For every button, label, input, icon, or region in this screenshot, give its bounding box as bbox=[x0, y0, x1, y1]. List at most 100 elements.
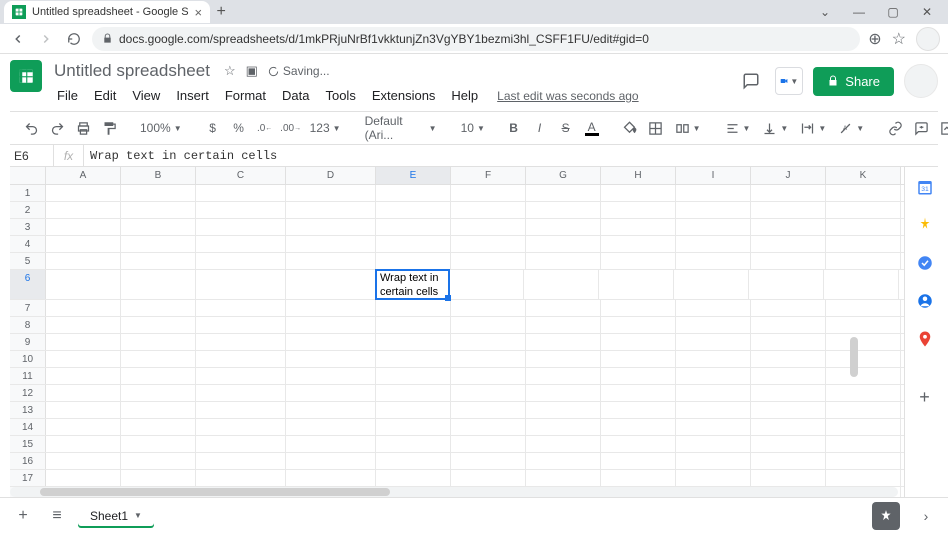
cell[interactable] bbox=[121, 334, 196, 350]
cell[interactable] bbox=[601, 219, 676, 235]
all-sheets-button[interactable]: ≡ bbox=[44, 503, 70, 529]
paint-format-button[interactable] bbox=[98, 116, 120, 140]
url-input[interactable]: docs.google.com/spreadsheets/d/1mkPRjuNr… bbox=[92, 27, 860, 51]
contacts-icon[interactable] bbox=[915, 291, 935, 311]
cell[interactable] bbox=[526, 202, 601, 218]
cell[interactable] bbox=[751, 402, 826, 418]
cell[interactable] bbox=[376, 334, 451, 350]
cell[interactable] bbox=[196, 334, 286, 350]
cell[interactable] bbox=[286, 351, 376, 367]
cell[interactable] bbox=[121, 351, 196, 367]
cell[interactable] bbox=[749, 270, 824, 299]
cell[interactable] bbox=[826, 219, 901, 235]
cell[interactable] bbox=[601, 334, 676, 350]
profile-avatar[interactable] bbox=[916, 27, 940, 51]
menu-insert[interactable]: Insert bbox=[169, 86, 216, 105]
number-format-select[interactable]: 123▼ bbox=[306, 121, 345, 135]
menu-format[interactable]: Format bbox=[218, 86, 273, 105]
cell[interactable] bbox=[676, 419, 751, 435]
cell[interactable] bbox=[376, 300, 451, 316]
print-button[interactable] bbox=[72, 116, 94, 140]
cell[interactable] bbox=[451, 419, 526, 435]
font-select[interactable]: Default (Ari...▼ bbox=[361, 114, 441, 142]
cell[interactable] bbox=[601, 202, 676, 218]
cell[interactable] bbox=[751, 385, 826, 401]
horizontal-scrollbar[interactable] bbox=[10, 487, 898, 497]
cell[interactable] bbox=[121, 219, 196, 235]
cell[interactable] bbox=[286, 270, 376, 299]
cell[interactable] bbox=[376, 236, 451, 252]
bold-button[interactable]: B bbox=[503, 116, 525, 140]
cell[interactable] bbox=[601, 453, 676, 469]
vertical-scrollbar[interactable] bbox=[850, 337, 858, 377]
cell[interactable] bbox=[46, 453, 121, 469]
cell[interactable] bbox=[526, 351, 601, 367]
cell[interactable] bbox=[599, 270, 674, 299]
cell[interactable]: Wrap text in certain cells bbox=[375, 269, 450, 300]
cell[interactable] bbox=[674, 270, 749, 299]
cell[interactable] bbox=[46, 402, 121, 418]
h-align-button[interactable]: ▼ bbox=[721, 121, 755, 136]
currency-button[interactable]: $ bbox=[202, 116, 224, 140]
maps-icon[interactable] bbox=[915, 329, 935, 349]
side-panel-toggle[interactable]: › bbox=[914, 508, 938, 524]
undo-button[interactable] bbox=[20, 116, 42, 140]
cell[interactable] bbox=[524, 270, 599, 299]
column-header[interactable]: C bbox=[196, 167, 286, 184]
cell[interactable] bbox=[46, 351, 121, 367]
row-header[interactable]: 14 bbox=[10, 419, 46, 435]
cell[interactable] bbox=[451, 236, 526, 252]
cell[interactable] bbox=[451, 385, 526, 401]
cell[interactable] bbox=[121, 402, 196, 418]
cell[interactable] bbox=[376, 202, 451, 218]
cell[interactable] bbox=[46, 236, 121, 252]
cell[interactable] bbox=[376, 402, 451, 418]
cell[interactable] bbox=[46, 368, 121, 384]
cell[interactable] bbox=[826, 385, 901, 401]
cell[interactable] bbox=[526, 419, 601, 435]
cell[interactable] bbox=[286, 436, 376, 452]
cell[interactable] bbox=[196, 470, 286, 486]
row-header[interactable]: 16 bbox=[10, 453, 46, 469]
cell[interactable] bbox=[376, 368, 451, 384]
cell[interactable] bbox=[196, 351, 286, 367]
zoom-select[interactable]: 100%▼ bbox=[136, 121, 186, 135]
cell[interactable] bbox=[826, 185, 901, 201]
cell[interactable] bbox=[286, 385, 376, 401]
star-icon[interactable]: ☆ bbox=[224, 63, 236, 79]
cell[interactable] bbox=[121, 470, 196, 486]
cell[interactable] bbox=[376, 436, 451, 452]
cell[interactable] bbox=[451, 300, 526, 316]
cell[interactable] bbox=[601, 368, 676, 384]
menu-help[interactable]: Help bbox=[444, 86, 485, 105]
cell[interactable] bbox=[526, 317, 601, 333]
cell[interactable] bbox=[751, 419, 826, 435]
cell[interactable] bbox=[676, 470, 751, 486]
row-header[interactable]: 12 bbox=[10, 385, 46, 401]
cell[interactable] bbox=[676, 402, 751, 418]
cell[interactable] bbox=[751, 202, 826, 218]
borders-button[interactable] bbox=[645, 116, 667, 140]
percent-button[interactable]: % bbox=[228, 116, 250, 140]
cell[interactable] bbox=[826, 419, 901, 435]
font-size-select[interactable]: 10▼ bbox=[457, 121, 487, 135]
bookmark-icon[interactable]: ☆ bbox=[892, 29, 906, 49]
cell[interactable] bbox=[601, 236, 676, 252]
select-all-corner[interactable] bbox=[10, 167, 46, 184]
cell[interactable] bbox=[46, 436, 121, 452]
cell[interactable] bbox=[376, 219, 451, 235]
cell[interactable] bbox=[526, 300, 601, 316]
comments-icon[interactable] bbox=[737, 67, 765, 95]
v-align-button[interactable]: ▼ bbox=[758, 121, 792, 136]
cell[interactable] bbox=[196, 317, 286, 333]
cell[interactable] bbox=[196, 202, 286, 218]
cell[interactable] bbox=[601, 317, 676, 333]
cell[interactable] bbox=[526, 236, 601, 252]
column-header[interactable]: F bbox=[451, 167, 526, 184]
cell[interactable] bbox=[121, 385, 196, 401]
cell[interactable] bbox=[376, 351, 451, 367]
cell[interactable] bbox=[46, 270, 121, 299]
row-header[interactable]: 8 bbox=[10, 317, 46, 333]
cell[interactable] bbox=[449, 270, 524, 299]
menu-data[interactable]: Data bbox=[275, 86, 316, 105]
